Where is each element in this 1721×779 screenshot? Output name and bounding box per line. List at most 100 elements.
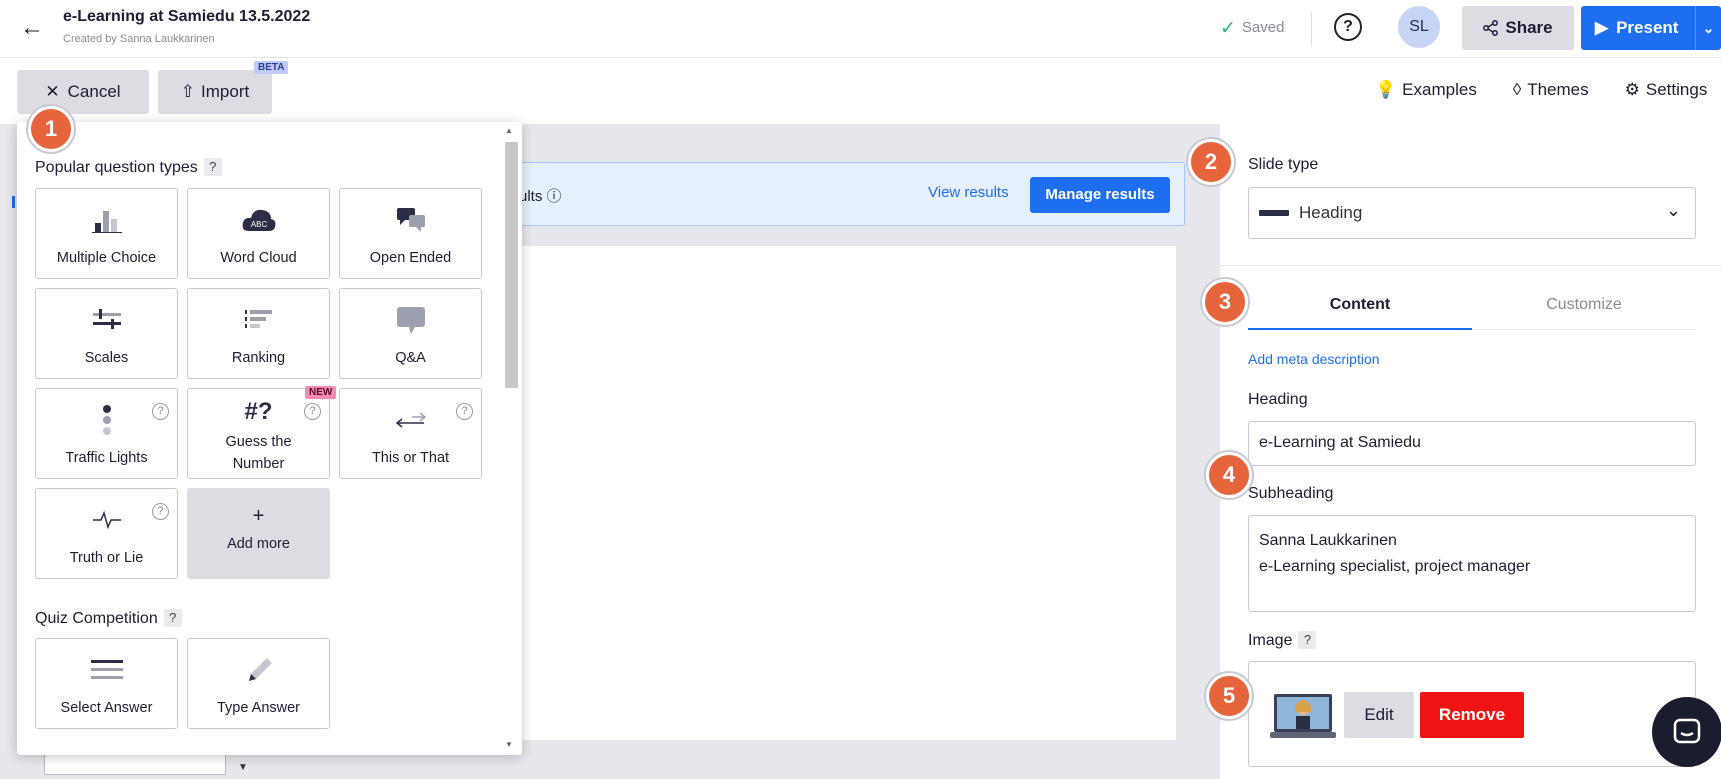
plus-icon: +	[188, 501, 329, 531]
caret-down-icon[interactable]: ▼	[238, 762, 248, 773]
tile-label: Traffic Lights	[65, 450, 148, 466]
edit-image-button[interactable]: Edit	[1344, 692, 1414, 738]
subheading-line2: e-Learning specialist, project manager	[1259, 558, 1531, 575]
tile-label: Multiple Choice	[56, 250, 157, 266]
chevron-down-icon: ⌄	[1665, 200, 1681, 220]
quiz-title-label: Quiz Competition	[35, 610, 158, 627]
popular-title-label: Popular question types	[35, 159, 198, 176]
tile-this-or-that[interactable]: ? This or That	[339, 388, 482, 479]
subheading-input[interactable]: Sanna Laukkarinen e-Learning specialist,…	[1248, 515, 1696, 612]
help-circle-icon[interactable]: ⓘ	[547, 188, 562, 205]
import-label: Import	[201, 82, 250, 101]
image-thumbnail	[1268, 686, 1338, 746]
manage-results-button[interactable]: Manage results	[1030, 177, 1170, 213]
tab-customize[interactable]: Customize	[1472, 296, 1696, 314]
divider	[1220, 265, 1721, 266]
tile-traffic-lights[interactable]: ? Traffic Lights	[35, 388, 178, 479]
slide-type-select[interactable]: Heading ⌄	[1248, 187, 1696, 239]
heading-type-icon	[1259, 210, 1289, 216]
import-button[interactable]: ⇧ Import	[158, 70, 272, 114]
new-badge: NEW	[305, 386, 337, 399]
avatar[interactable]: SL	[1398, 6, 1440, 48]
tile-type-answer[interactable]: Type Answer	[187, 638, 330, 729]
tile-open-ended[interactable]: Open Ended	[339, 188, 482, 279]
image-label-text: Image	[1248, 632, 1293, 649]
tile-label-line1: Guess the	[225, 434, 292, 450]
tile-ranking[interactable]: Ranking	[187, 288, 330, 379]
tile-truth-or-lie[interactable]: ? Truth or Lie	[35, 488, 178, 579]
play-icon: ▶	[1595, 18, 1609, 37]
help-icon[interactable]: ?	[163, 609, 182, 627]
present-button[interactable]: ▶ Present ⌄	[1581, 6, 1721, 50]
heading-input[interactable]: e-Learning at Samiedu	[1248, 421, 1696, 466]
subheading-line1: Sanna Laukkarinen	[1259, 532, 1397, 549]
scrollbar-thumb[interactable]	[505, 142, 518, 388]
cancel-button[interactable]: ✕ Cancel	[17, 70, 149, 114]
tile-label: Type Answer	[216, 700, 300, 716]
themes-link[interactable]: ◊ Themes	[1513, 80, 1589, 100]
view-results-link[interactable]: View results	[928, 184, 1009, 201]
tile-label: Open Ended	[369, 250, 452, 266]
add-meta-description-link[interactable]: Add meta description	[1248, 351, 1380, 367]
tile-label: Ranking	[231, 350, 286, 366]
remove-image-button[interactable]: Remove	[1420, 692, 1524, 738]
tile-scales[interactable]: Scales	[35, 288, 178, 379]
examples-label: Examples	[1402, 80, 1477, 99]
examples-link[interactable]: 💡 Examples	[1375, 80, 1477, 100]
drops-icon: ◊	[1512, 80, 1522, 99]
gear-icon: ⚙	[1624, 80, 1640, 99]
speech-bubbles-icon	[340, 205, 481, 235]
tile-label: This or That	[371, 450, 450, 466]
help-icon[interactable]: ?	[1334, 13, 1362, 41]
share-button[interactable]: Share	[1462, 6, 1574, 50]
tile-label: Guess the Number	[188, 431, 329, 475]
top-bar: ← e-Learning at Samiedu 13.5.2022 Create…	[0, 0, 1721, 58]
help-icon[interactable]: ?	[203, 158, 222, 176]
tile-qa[interactable]: Q&A	[339, 288, 482, 379]
question-type-popup: Popular question types? Multiple Choice …	[17, 122, 522, 755]
tile-label: Select Answer	[60, 700, 153, 716]
help-icon[interactable]: ?	[152, 403, 169, 420]
settings-link[interactable]: ⚙ Settings	[1625, 80, 1708, 100]
tile-label: Word Cloud	[220, 250, 297, 266]
tile-label: Scales	[84, 350, 129, 366]
tile-word-cloud[interactable]: ABC Word Cloud	[187, 188, 330, 279]
ranking-icon	[188, 305, 329, 335]
tile-label: Truth or Lie	[69, 550, 144, 566]
scroll-up-icon[interactable]: ▲	[505, 126, 513, 135]
tile-label-line2: Number	[232, 456, 285, 472]
pencil-icon	[188, 655, 329, 685]
tile-multiple-choice[interactable]: Multiple Choice	[35, 188, 178, 279]
present-options-chevron-icon[interactable]: ⌄	[1695, 6, 1721, 50]
tile-add-more[interactable]: + Add more	[187, 488, 330, 579]
slide-preview[interactable]	[500, 246, 1176, 740]
share-icon	[1483, 20, 1499, 36]
help-icon[interactable]: ?	[1298, 631, 1317, 649]
tile-guess-the-number[interactable]: #? ? Guess the Number	[187, 388, 330, 479]
scroll-down-icon[interactable]: ▼	[505, 740, 513, 749]
close-icon: ✕	[45, 82, 60, 101]
back-arrow-icon[interactable]: ←	[20, 14, 44, 42]
cancel-label: Cancel	[67, 82, 121, 101]
chat-icon	[1673, 718, 1701, 744]
svg-text:ABC: ABC	[250, 220, 267, 229]
check-icon: ✓	[1220, 18, 1236, 39]
saved-label: Saved	[1241, 19, 1285, 36]
presentation-author: Created by Sanna Laukkarinen	[63, 33, 215, 45]
beta-badge: BETA	[254, 61, 289, 74]
tab-content[interactable]: Content	[1248, 296, 1472, 314]
help-icon[interactable]: ?	[456, 403, 473, 420]
help-icon[interactable]: ?	[304, 403, 321, 420]
results-text-label: ults	[519, 188, 543, 205]
top-links: 💡 Examples ◊ Themes ⚙ Settings	[1375, 80, 1707, 100]
lightbulb-icon: 💡	[1375, 80, 1397, 99]
heading-label: Heading	[1248, 391, 1308, 408]
chat-support-button[interactable]	[1652, 697, 1721, 767]
image-label: Image?	[1248, 631, 1317, 650]
help-icon[interactable]: ?	[152, 503, 169, 520]
tile-select-answer[interactable]: Select Answer	[35, 638, 178, 729]
presentation-title[interactable]: e-Learning at Samiedu 13.5.2022	[63, 8, 310, 26]
quiz-competition-heading: Quiz Competition?	[35, 609, 182, 628]
qa-bubble-icon	[340, 305, 481, 335]
step-marker: 3	[1202, 279, 1248, 325]
